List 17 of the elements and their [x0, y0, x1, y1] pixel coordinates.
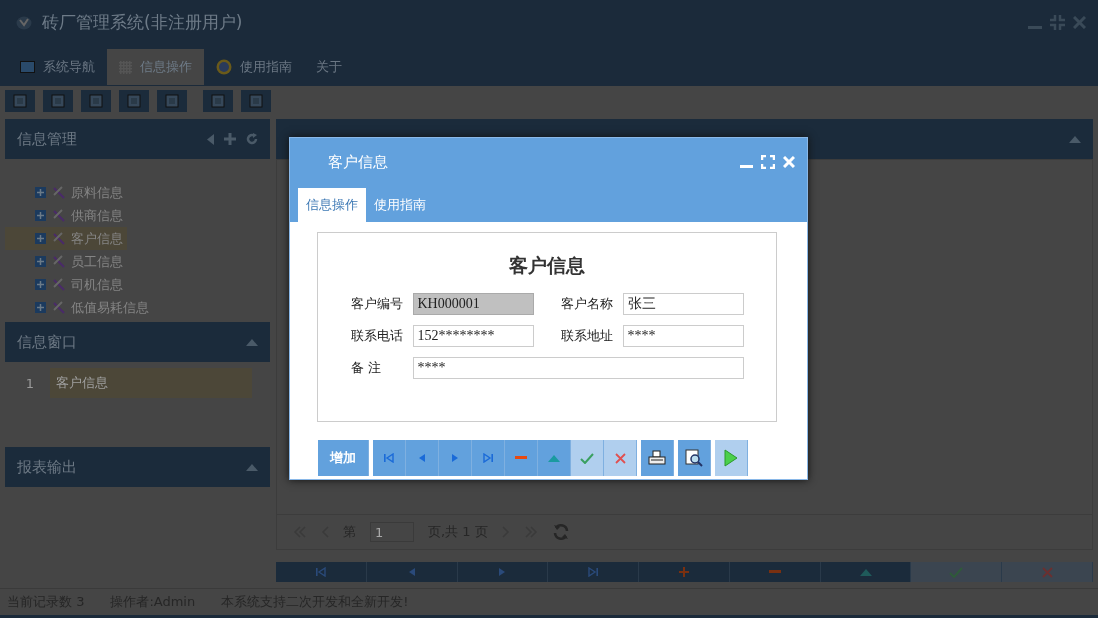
field-label: 联系电话 [350, 327, 404, 345]
panel-title: 信息管理 [17, 129, 78, 149]
tree-item-label: 客户信息 [71, 229, 123, 248]
window-title: 砖厂管理系统(非注册用户) [42, 11, 244, 34]
field-label: 联系地址 [560, 327, 614, 345]
dialog-title: 客户信息 [328, 152, 389, 172]
tree-item-label: 员工信息 [71, 252, 123, 271]
field-label: 客户编号 [350, 295, 404, 313]
tree-item-label: 原料信息 [71, 183, 123, 202]
form-title: 客户信息 [509, 253, 585, 278]
tree-item-label: 供商信息 [71, 206, 123, 225]
row-number: 1 [24, 375, 36, 391]
field-label: 客户名称 [560, 295, 614, 313]
panel-title: 信息窗口 [17, 332, 78, 352]
tree-item-label: 低值易耗信息 [71, 298, 149, 317]
field-label: 备 注 [350, 359, 382, 377]
panel-title: 报表输出 [17, 457, 78, 477]
